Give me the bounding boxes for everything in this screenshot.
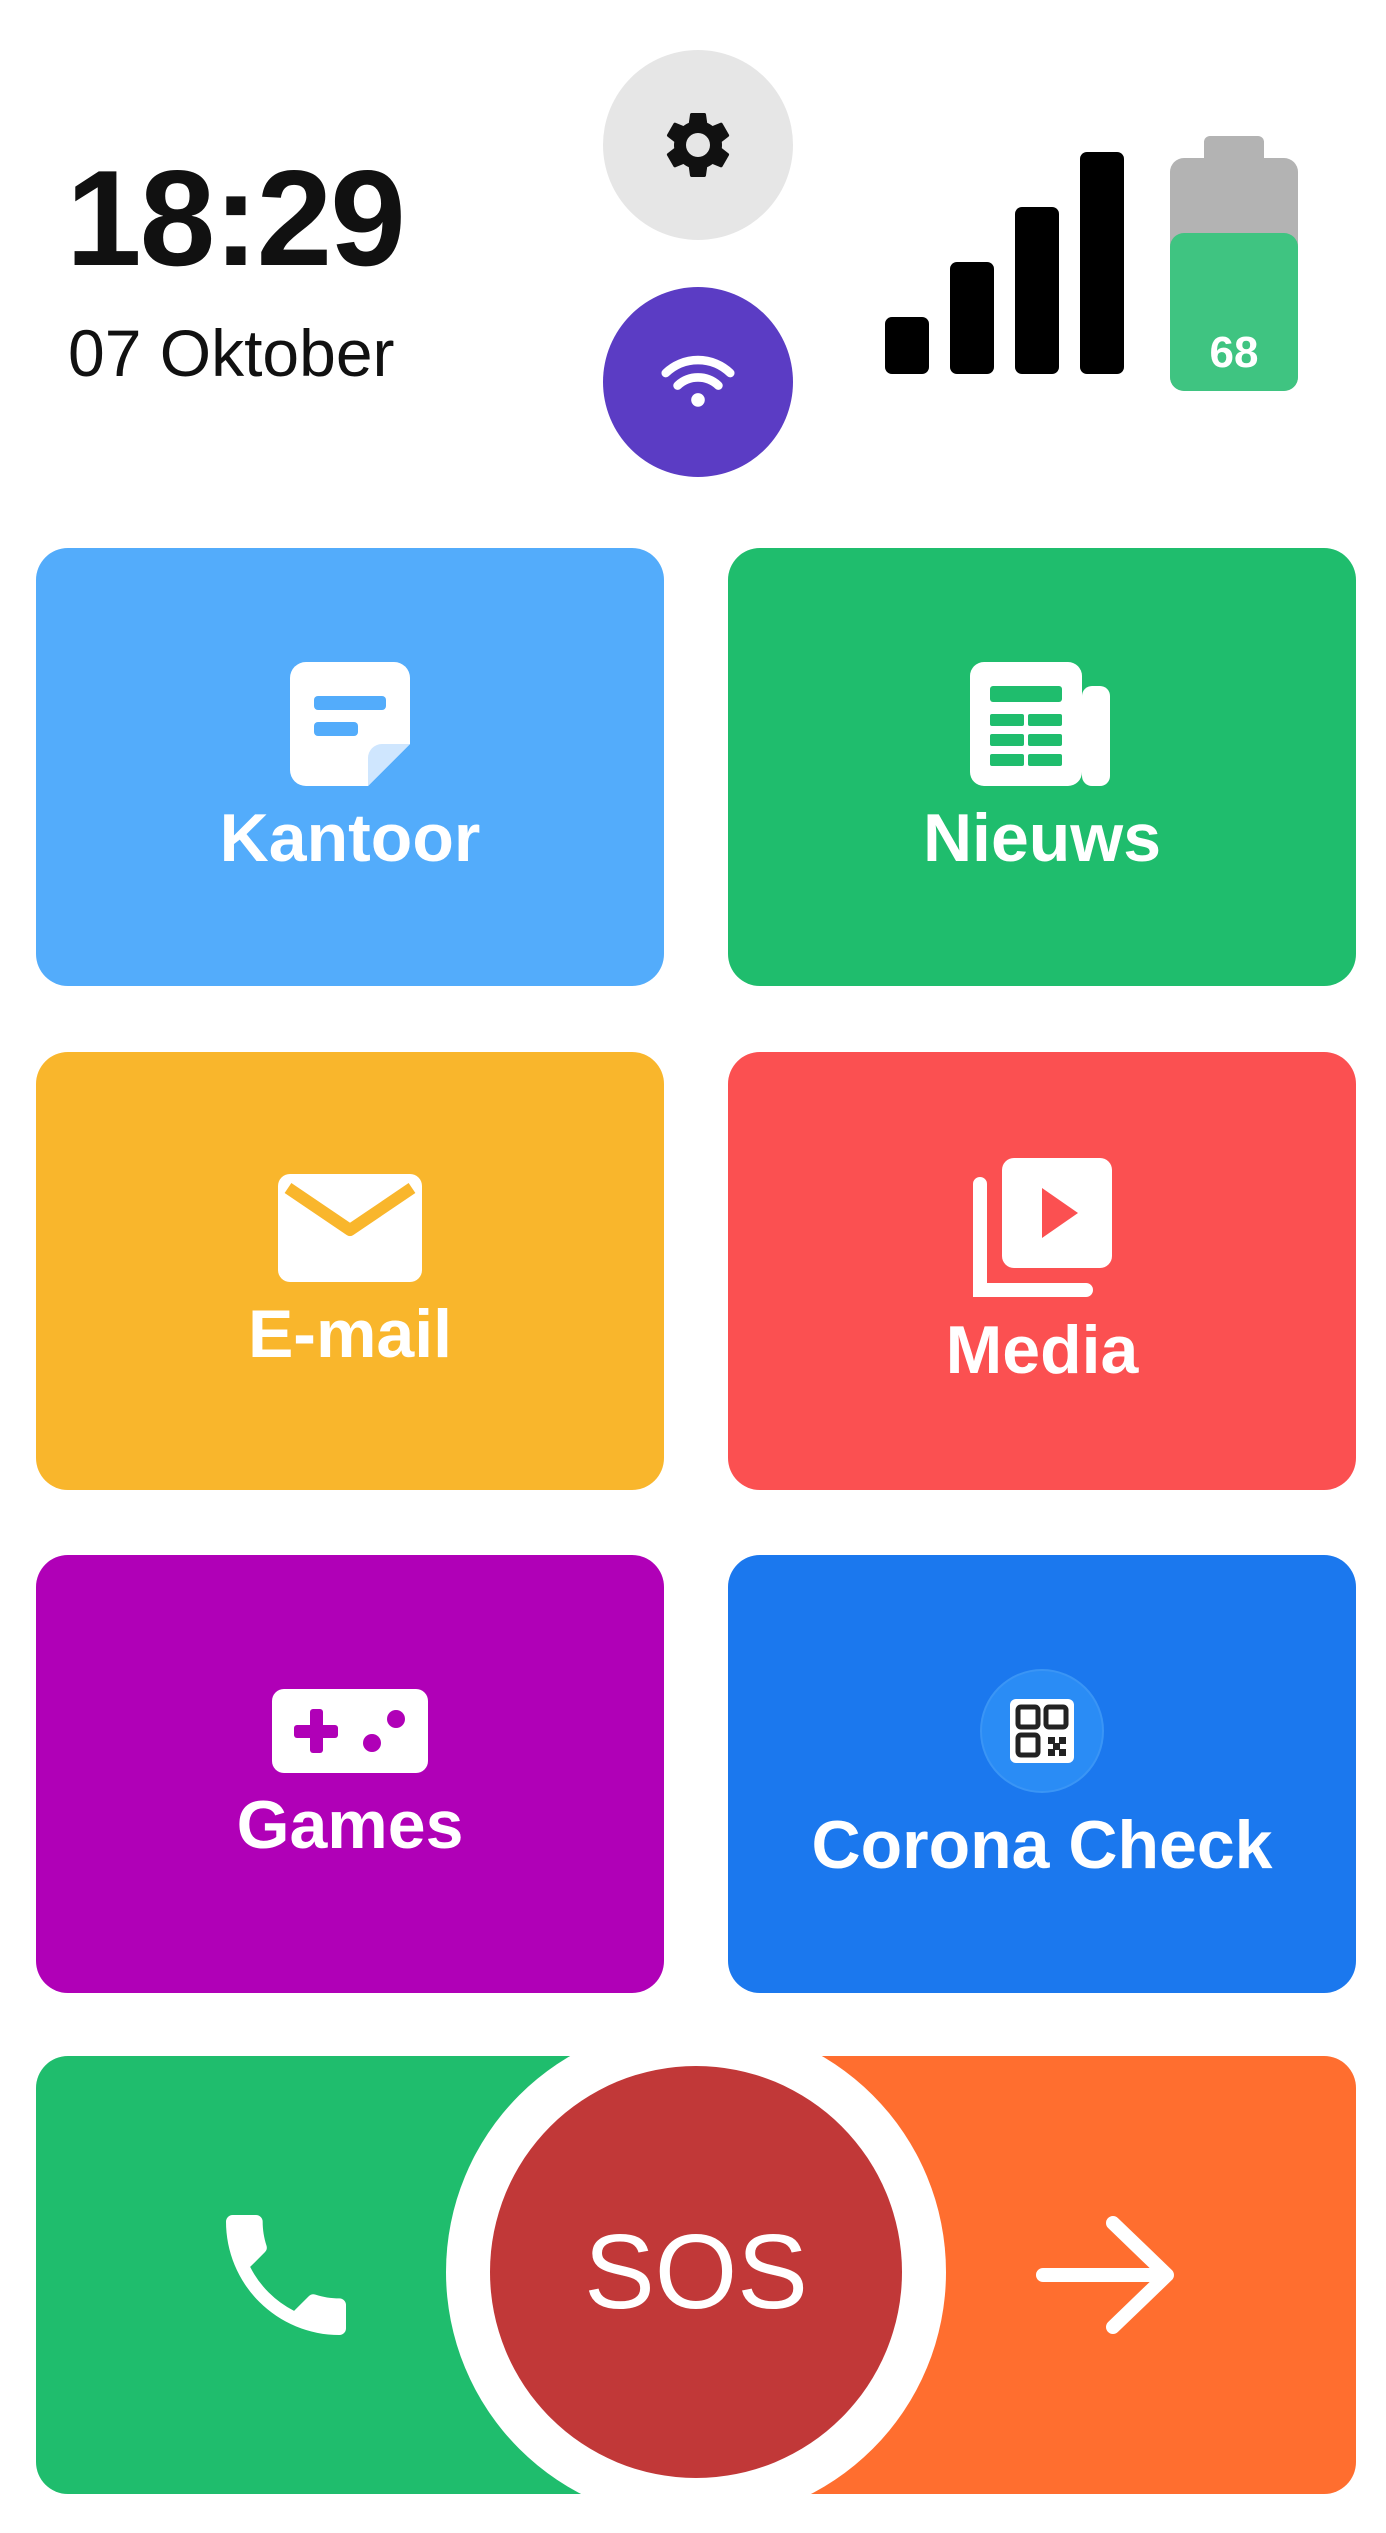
tile-nieuws[interactable]: Nieuws [728,548,1356,986]
mail-icon [278,1174,422,1282]
tile-media[interactable]: Media [728,1052,1356,1490]
note-icon [290,662,410,786]
qr-code-icon [980,1669,1104,1793]
sos-button[interactable]: SOS [490,2066,902,2478]
tile-email[interactable]: E-mail [36,1052,664,1490]
tile-games[interactable]: Games [36,1555,664,1993]
tile-label: Games [236,1787,464,1863]
newspaper-icon [970,662,1110,786]
settings-button[interactable] [603,50,793,240]
tile-corona-check[interactable]: Corona Check [728,1555,1356,1993]
battery-indicator: 68 [1170,136,1298,391]
battery-level-text: 68 [1209,328,1259,377]
tile-label: Kantoor [219,800,481,876]
gear-icon [666,112,730,177]
video-library-icon [973,1158,1112,1297]
gamepad-icon [272,1689,428,1773]
signal-strength-icon [885,152,1124,374]
clock-time: 18:29 [66,142,406,294]
tile-label: Nieuws [922,800,1162,876]
clock-date: 07 Oktober [68,316,395,390]
wifi-icon [661,355,735,407]
tile-label: Corona Check [811,1807,1273,1883]
tile-label: Media [945,1312,1139,1388]
tile-label: E-mail [247,1296,453,1372]
phone-icon [226,2215,346,2335]
arrow-right-icon [1036,2216,1174,2334]
tile-kantoor[interactable]: Kantoor [36,548,664,986]
wifi-button[interactable] [603,287,793,477]
